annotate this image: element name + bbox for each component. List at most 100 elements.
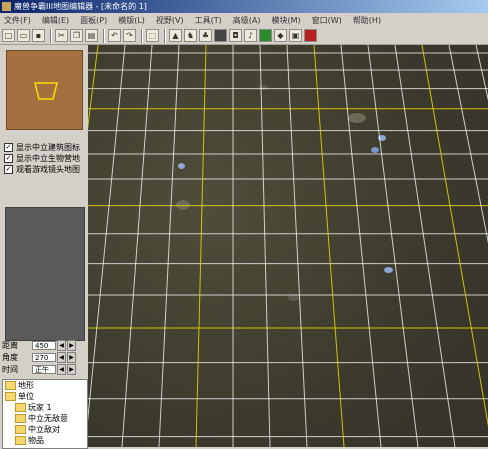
menu-module[interactable]: 模块(M) xyxy=(268,15,305,26)
grid-line xyxy=(158,45,180,447)
check-label: 显示中立建筑图标 xyxy=(16,143,80,152)
test-map-icon[interactable] xyxy=(304,29,317,42)
tree-label: 单位 xyxy=(18,392,34,401)
menu-bar: 文件(F) 编辑(E) 面板(P) 模版(L) 视野(V) 工具(T) 高级(A… xyxy=(0,13,488,27)
tree-item-units[interactable]: 单位 xyxy=(3,391,87,402)
spin-right-icon[interactable]: ▶ xyxy=(67,340,76,351)
display-options: ✓ 显示中立建筑图标 ✓ 显示中立生物营地 ✓ 观看游戏镜头地图 xyxy=(4,142,88,175)
import-icon[interactable]: ▣ xyxy=(289,29,302,42)
grid-line xyxy=(259,45,271,447)
check-game-camera[interactable]: ✓ 观看游戏镜头地图 xyxy=(4,164,88,175)
unit-icon[interactable]: ♞ xyxy=(184,29,197,42)
terrain-viewport[interactable] xyxy=(88,45,488,447)
check-label: 观看游戏镜头地图 xyxy=(16,165,80,174)
grid-line xyxy=(88,45,126,422)
camera-icon[interactable]: ◘ xyxy=(229,29,242,42)
menu-advanced[interactable]: 高级(A) xyxy=(229,15,265,26)
spin-right-icon[interactable]: ▶ xyxy=(67,352,76,363)
copy-icon[interactable]: ❐ xyxy=(70,29,83,42)
distance-label: 距离 xyxy=(2,341,18,350)
new-file-icon[interactable]: □ xyxy=(2,29,15,42)
grid-line xyxy=(286,45,308,447)
grid-major-line xyxy=(421,45,488,427)
tree-label: 地形 xyxy=(18,381,34,390)
cut-icon[interactable]: ✂ xyxy=(55,29,68,42)
toolbar-separator xyxy=(164,28,166,43)
left-panel: ✓ 显示中立建筑图标 ✓ 显示中立生物营地 ✓ 观看游戏镜头地图 距离 450 … xyxy=(0,45,88,449)
terrain-icon[interactable]: ▲ xyxy=(169,29,182,42)
spin-left-icon[interactable]: ◀ xyxy=(57,364,66,375)
doodad-icon[interactable]: ♣ xyxy=(199,29,212,42)
distance-row: 距离 450 ◀ ▶ xyxy=(2,340,88,351)
spin-left-icon[interactable]: ◀ xyxy=(57,352,66,363)
tree-item-neutral-hostile[interactable]: 中立敌对 xyxy=(3,424,87,435)
tree-label: 玩家 1 xyxy=(28,403,52,412)
grid-line xyxy=(121,45,153,447)
region-icon[interactable] xyxy=(214,29,227,42)
toolbar-separator xyxy=(50,28,52,43)
camera-settings: 距离 450 ◀ ▶ 角度 270 ◀ ▶ 时间 正午 ◀ ▶ xyxy=(2,340,88,376)
tree-item-player1[interactable]: 玩家 1 xyxy=(3,402,87,413)
tree-item-terrain[interactable]: 地形 xyxy=(3,380,87,391)
undo-icon[interactable]: ↶ xyxy=(108,29,121,42)
time-value[interactable]: 正午 xyxy=(32,365,56,374)
menu-help[interactable]: 帮助(H) xyxy=(349,15,385,26)
sound-icon[interactable]: ♪ xyxy=(244,29,257,42)
preview-pane xyxy=(5,207,85,341)
check-label: 显示中立生物营地 xyxy=(16,154,80,163)
open-folder-icon[interactable]: ▭ xyxy=(17,29,30,42)
angle-row: 角度 270 ◀ ▶ xyxy=(2,352,88,363)
tree-item-items[interactable]: 物品 xyxy=(3,435,87,446)
tree-label: 中立敌对 xyxy=(28,425,60,434)
menu-file[interactable]: 文件(F) xyxy=(0,15,35,26)
folder-icon xyxy=(15,403,26,412)
grid-line xyxy=(394,45,456,447)
redo-icon[interactable]: ↷ xyxy=(123,29,136,42)
angle-value[interactable]: 270 xyxy=(32,353,56,362)
grid-line xyxy=(448,45,488,244)
title-bar: 魔兽争霸III地图编辑器 - [未命名的 1] xyxy=(0,0,488,13)
toolbar: □ ▭ ▪ ✂ ❐ ▤ ↶ ↷ ⬚ ▲ ♞ ♣ ◘ ♪ ◆ ▣ xyxy=(0,27,488,45)
tree-label: 物品 xyxy=(28,436,44,445)
folder-icon xyxy=(15,436,26,445)
menu-window[interactable]: 窗口(W) xyxy=(308,15,346,26)
object-icon[interactable]: ◆ xyxy=(274,29,287,42)
terrain-grid xyxy=(88,45,488,447)
menu-panel[interactable]: 面板(P) xyxy=(76,15,111,26)
time-label: 时间 xyxy=(2,365,18,374)
folder-icon xyxy=(5,392,16,401)
check-neutral-buildings[interactable]: ✓ 显示中立建筑图标 xyxy=(4,142,88,153)
menu-tools[interactable]: 工具(T) xyxy=(191,15,226,26)
unit-tree: 地形 单位 玩家 1 中立无敌意 中立敌对 物品 xyxy=(2,379,88,449)
time-row: 时间 正午 ◀ ▶ xyxy=(2,364,88,375)
app-icon xyxy=(2,2,11,11)
menu-template[interactable]: 模版(L) xyxy=(114,15,149,26)
toolbar-separator xyxy=(141,28,143,43)
folder-icon xyxy=(15,425,26,434)
folder-icon xyxy=(15,414,26,423)
spin-left-icon[interactable]: ◀ xyxy=(57,340,66,351)
folder-icon xyxy=(5,381,16,390)
tree-item-neutral-passive[interactable]: 中立无敌意 xyxy=(3,413,87,424)
camera-view-marker xyxy=(34,82,58,100)
select-icon[interactable]: ⬚ xyxy=(146,29,159,42)
save-icon[interactable]: ▪ xyxy=(32,29,45,42)
tree-label: 中立无敌意 xyxy=(28,414,68,423)
checkbox[interactable]: ✓ xyxy=(4,154,13,163)
window-title: 魔兽争霸III地图编辑器 - [未命名的 1] xyxy=(14,2,147,11)
paste-icon[interactable]: ▤ xyxy=(85,29,98,42)
trigger-icon[interactable] xyxy=(259,29,272,42)
menu-edit[interactable]: 编辑(E) xyxy=(38,15,73,26)
toolbar-separator xyxy=(103,28,105,43)
minimap[interactable] xyxy=(6,50,83,130)
grid-major-line xyxy=(195,45,207,447)
menu-view[interactable]: 视野(V) xyxy=(152,15,188,26)
distance-value[interactable]: 450 xyxy=(32,341,56,350)
angle-label: 角度 xyxy=(2,353,18,362)
check-neutral-camps[interactable]: ✓ 显示中立生物营地 xyxy=(4,153,88,164)
checkbox[interactable]: ✓ xyxy=(4,143,13,152)
grid-major-line xyxy=(88,45,99,130)
grid-major-line xyxy=(313,45,345,447)
checkbox[interactable]: ✓ xyxy=(4,165,13,174)
spin-right-icon[interactable]: ▶ xyxy=(67,364,76,375)
